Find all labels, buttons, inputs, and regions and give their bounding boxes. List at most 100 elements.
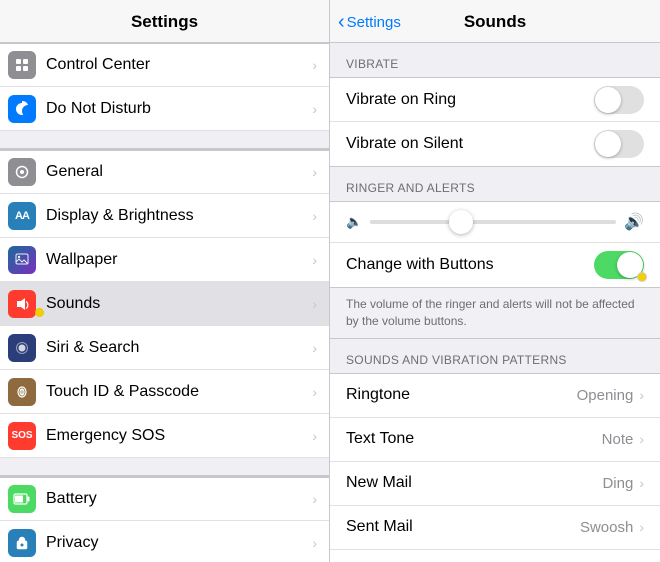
touchid-chevron: › (312, 384, 317, 400)
siri-icon (8, 334, 36, 362)
ringtone-value: Opening (577, 387, 634, 404)
control-center-chevron: › (312, 57, 317, 73)
patterns-section-header: SOUNDS AND VIBRATION PATTERNS (330, 339, 660, 373)
change-buttons-dot (637, 272, 647, 282)
mid-settings-group: General › AA Display & Brightness › Wall… (0, 149, 329, 458)
sidebar-item-siri[interactable]: Siri & Search › (0, 326, 329, 370)
touchid-label: Touch ID & Passcode (46, 383, 312, 401)
siri-label: Siri & Search (46, 339, 312, 357)
wallpaper-label: Wallpaper (46, 251, 312, 269)
volume-slider-thumb[interactable] (449, 210, 473, 234)
sidebar-item-general[interactable]: General › (0, 150, 329, 194)
general-chevron: › (312, 164, 317, 180)
section-gap-1 (0, 131, 329, 149)
volume-slider-row: 🔈 🔊 (330, 202, 660, 243)
wallpaper-icon (8, 246, 36, 274)
text-tone-label: Text Tone (346, 430, 602, 448)
ringtone-chevron: › (639, 387, 644, 403)
calendar-alerts-item[interactable]: Calendar Alerts Chord › (330, 550, 660, 562)
control-center-icon (8, 51, 36, 79)
sent-mail-value: Swoosh (580, 519, 633, 536)
display-chevron: › (312, 208, 317, 224)
privacy-chevron: › (312, 535, 317, 551)
change-buttons-item[interactable]: Change with Buttons (330, 243, 660, 287)
volume-high-icon: 🔊 (624, 212, 644, 232)
battery-chevron: › (312, 491, 317, 507)
top-settings-group: Control Center › Do Not Disturb › (0, 43, 329, 131)
sidebar-item-privacy[interactable]: Privacy › (0, 521, 329, 562)
control-center-label: Control Center (46, 56, 312, 74)
ringer-section-header: RINGER AND ALERTS (330, 167, 660, 201)
display-label: Display & Brightness (46, 207, 312, 225)
sounds-label: Sounds (46, 295, 312, 313)
sidebar-item-sos[interactable]: SOS Emergency SOS › (0, 414, 329, 458)
bot-settings-group: Battery › Privacy › (0, 476, 329, 562)
ringtone-item[interactable]: Ringtone Opening › (330, 374, 660, 418)
battery-icon (8, 485, 36, 513)
vibrate-silent-item[interactable]: Vibrate on Silent (330, 122, 660, 166)
new-mail-label: New Mail (346, 474, 602, 492)
vibrate-silent-label: Vibrate on Silent (346, 135, 594, 153)
volume-slider-track[interactable] (370, 220, 616, 224)
back-label: Settings (347, 14, 401, 31)
sent-mail-item[interactable]: Sent Mail Swoosh › (330, 506, 660, 550)
text-tone-chevron: › (639, 431, 644, 447)
sidebar-item-do-not-disturb[interactable]: Do Not Disturb › (0, 87, 329, 131)
left-header: Settings (0, 0, 329, 43)
new-mail-chevron: › (639, 475, 644, 491)
sos-icon: SOS (8, 422, 36, 450)
back-button[interactable]: ‹ Settings (338, 11, 401, 34)
sidebar-item-sounds[interactable]: Sounds › (0, 282, 329, 326)
siri-chevron: › (312, 340, 317, 356)
sidebar-item-battery[interactable]: Battery › (0, 477, 329, 521)
sent-mail-label: Sent Mail (346, 518, 580, 536)
privacy-label: Privacy (46, 534, 312, 552)
sent-mail-chevron: › (639, 519, 644, 535)
vibrate-ring-item[interactable]: Vibrate on Ring (330, 78, 660, 122)
battery-label: Battery (46, 490, 312, 508)
vibrate-section-header: VIBRATE (330, 43, 660, 77)
do-not-disturb-chevron: › (312, 101, 317, 117)
vibrate-ring-label: Vibrate on Ring (346, 91, 594, 109)
sidebar-item-wallpaper[interactable]: Wallpaper › (0, 238, 329, 282)
left-title: Settings (131, 12, 198, 31)
general-label: General (46, 163, 312, 181)
vibrate-group: Vibrate on Ring Vibrate on Silent (330, 77, 660, 167)
sidebar-item-touchid[interactable]: Touch ID & Passcode › (0, 370, 329, 414)
do-not-disturb-icon (8, 95, 36, 123)
vibrate-ring-thumb (595, 87, 621, 113)
sidebar-item-display[interactable]: AA Display & Brightness › (0, 194, 329, 238)
general-icon (8, 158, 36, 186)
sounds-chevron: › (312, 296, 317, 312)
sidebar-item-control-center[interactable]: Control Center › (0, 43, 329, 87)
right-panel: ‹ Settings Sounds VIBRATE Vibrate on Rin… (330, 0, 660, 562)
privacy-icon (8, 529, 36, 557)
change-buttons-label: Change with Buttons (346, 256, 594, 274)
section-gap-2 (0, 458, 329, 476)
back-chevron-icon: ‹ (338, 11, 345, 34)
patterns-group: Ringtone Opening › Text Tone Note › New … (330, 373, 660, 562)
volume-slider-fill (370, 220, 456, 224)
ringtone-label: Ringtone (346, 386, 577, 404)
vibrate-silent-toggle[interactable] (594, 130, 644, 158)
text-tone-item[interactable]: Text Tone Note › (330, 418, 660, 462)
touchid-icon (8, 378, 36, 406)
sounds-active-dot (35, 308, 44, 317)
vibrate-ring-toggle[interactable] (594, 86, 644, 114)
do-not-disturb-label: Do Not Disturb (46, 100, 312, 118)
right-header: ‹ Settings Sounds (330, 0, 660, 43)
ringer-info-text: The volume of the ringer and alerts will… (330, 288, 660, 339)
sounds-icon (8, 290, 36, 318)
new-mail-item[interactable]: New Mail Ding › (330, 462, 660, 506)
text-tone-value: Note (602, 431, 634, 448)
wallpaper-chevron: › (312, 252, 317, 268)
left-panel: Settings Control Center › Do Not Distu (0, 0, 330, 562)
sos-chevron: › (312, 428, 317, 444)
new-mail-value: Ding (602, 475, 633, 492)
change-buttons-toggle-container (594, 251, 644, 279)
sos-label: Emergency SOS (46, 427, 312, 445)
ringer-group: 🔈 🔊 Change with Buttons (330, 201, 660, 288)
display-icon: AA (8, 202, 36, 230)
vibrate-silent-thumb (595, 131, 621, 157)
volume-low-icon: 🔈 (346, 214, 362, 230)
